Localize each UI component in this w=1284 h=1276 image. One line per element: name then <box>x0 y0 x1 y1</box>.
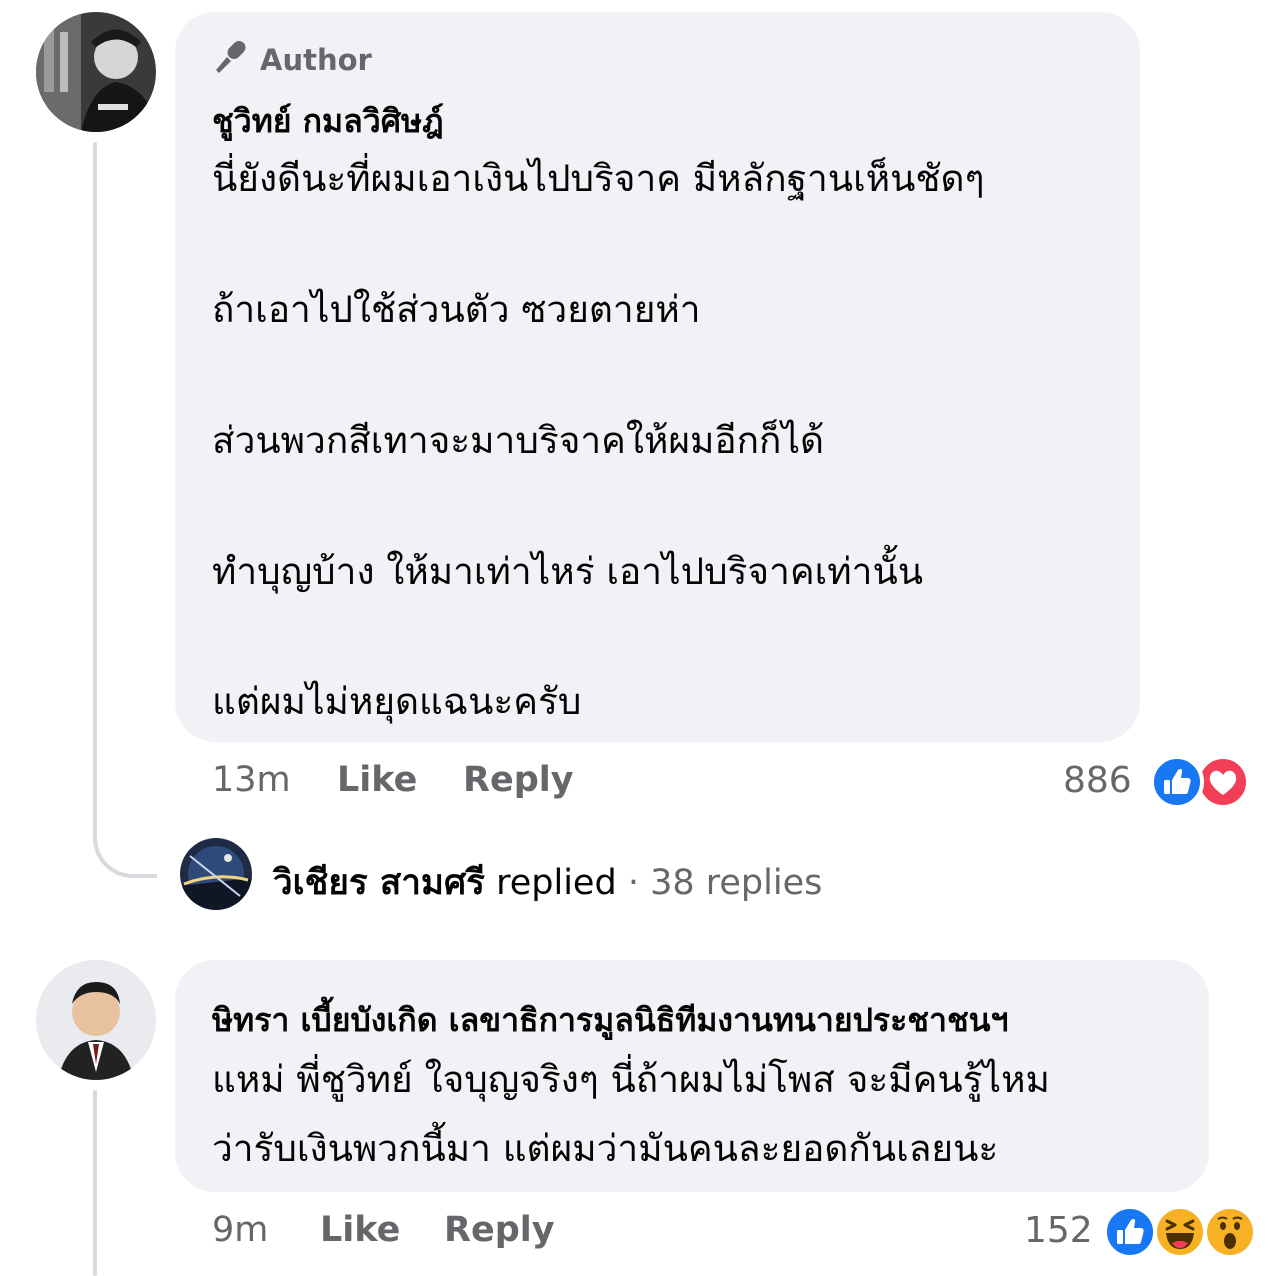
like-icon <box>1150 755 1204 809</box>
comment-text-line: ทำบุญบ้าง ให้มาเท่าไหร่ เอาไปบริจาคเท่าน… <box>212 550 924 593</box>
like-button[interactable]: Like <box>337 760 417 800</box>
love-icon <box>1196 755 1250 809</box>
wow-icon <box>1203 1205 1257 1259</box>
comment-text-line: ส่วนพวกสีเทาจะมาบริจาคให้ผมอีกก็ได้ <box>212 419 825 462</box>
comment-text-line: ถ้าเอาไปใช้ส่วนตัว ซวยตายห่า <box>212 288 701 331</box>
comment-text-line: ว่ารับเงินพวกนี้มา แต่ผมว่ามันคนละยอดกัน… <box>212 1127 999 1170</box>
reaction-count[interactable]: 886 <box>1063 760 1132 801</box>
replies-count: 38 replies <box>650 863 823 903</box>
replier-avatar[interactable] <box>180 838 252 910</box>
thread-line <box>93 1090 97 1276</box>
commenter-name[interactable]: ษิทรา เบี้ยบังเกิด เลขาธิการมูลนิธิทีมงา… <box>212 995 1009 1046</box>
comment-text-line: แหม่ พี่ชูวิทย์ ใจบุญจริงๆ นี่ถ้าผมไม่โพ… <box>212 1058 1050 1101</box>
avatar[interactable] <box>36 12 156 132</box>
author-badge-label: Author <box>260 42 372 77</box>
timestamp[interactable]: 9m <box>212 1210 268 1250</box>
avatar[interactable] <box>36 960 156 1080</box>
comment-text-line: แต่ผมไม่หยุดแฉนะครับ <box>212 680 582 723</box>
timestamp[interactable]: 13m <box>212 760 291 800</box>
microphone-icon <box>212 38 248 81</box>
like-icon <box>1103 1205 1157 1259</box>
replied-label: replied <box>496 863 617 903</box>
thread-curve <box>93 800 157 878</box>
reactions-group[interactable] <box>1150 755 1256 809</box>
author-badge: Author <box>212 38 372 81</box>
reactions-group[interactable] <box>1103 1205 1261 1259</box>
commenter-name[interactable]: ชูวิทย์ กมลวิศิษฎ์ <box>212 96 444 147</box>
reaction-count[interactable]: 152 <box>1024 1210 1093 1251</box>
replier-name: วิเชียร สามศรี <box>273 863 485 903</box>
reply-button[interactable]: Reply <box>444 1210 555 1250</box>
thread-line <box>93 142 97 838</box>
like-button[interactable]: Like <box>320 1210 400 1250</box>
comment-text-line: นี่ยังดีนะที่ผมเอาเงินไปบริจาค มีหลักฐาน… <box>212 157 985 200</box>
replies-summary[interactable]: วิเชียร สามศรี replied · 38 replies <box>273 855 822 910</box>
reply-button[interactable]: Reply <box>463 760 574 800</box>
haha-icon <box>1153 1205 1207 1259</box>
separator-dot: · <box>627 863 639 903</box>
